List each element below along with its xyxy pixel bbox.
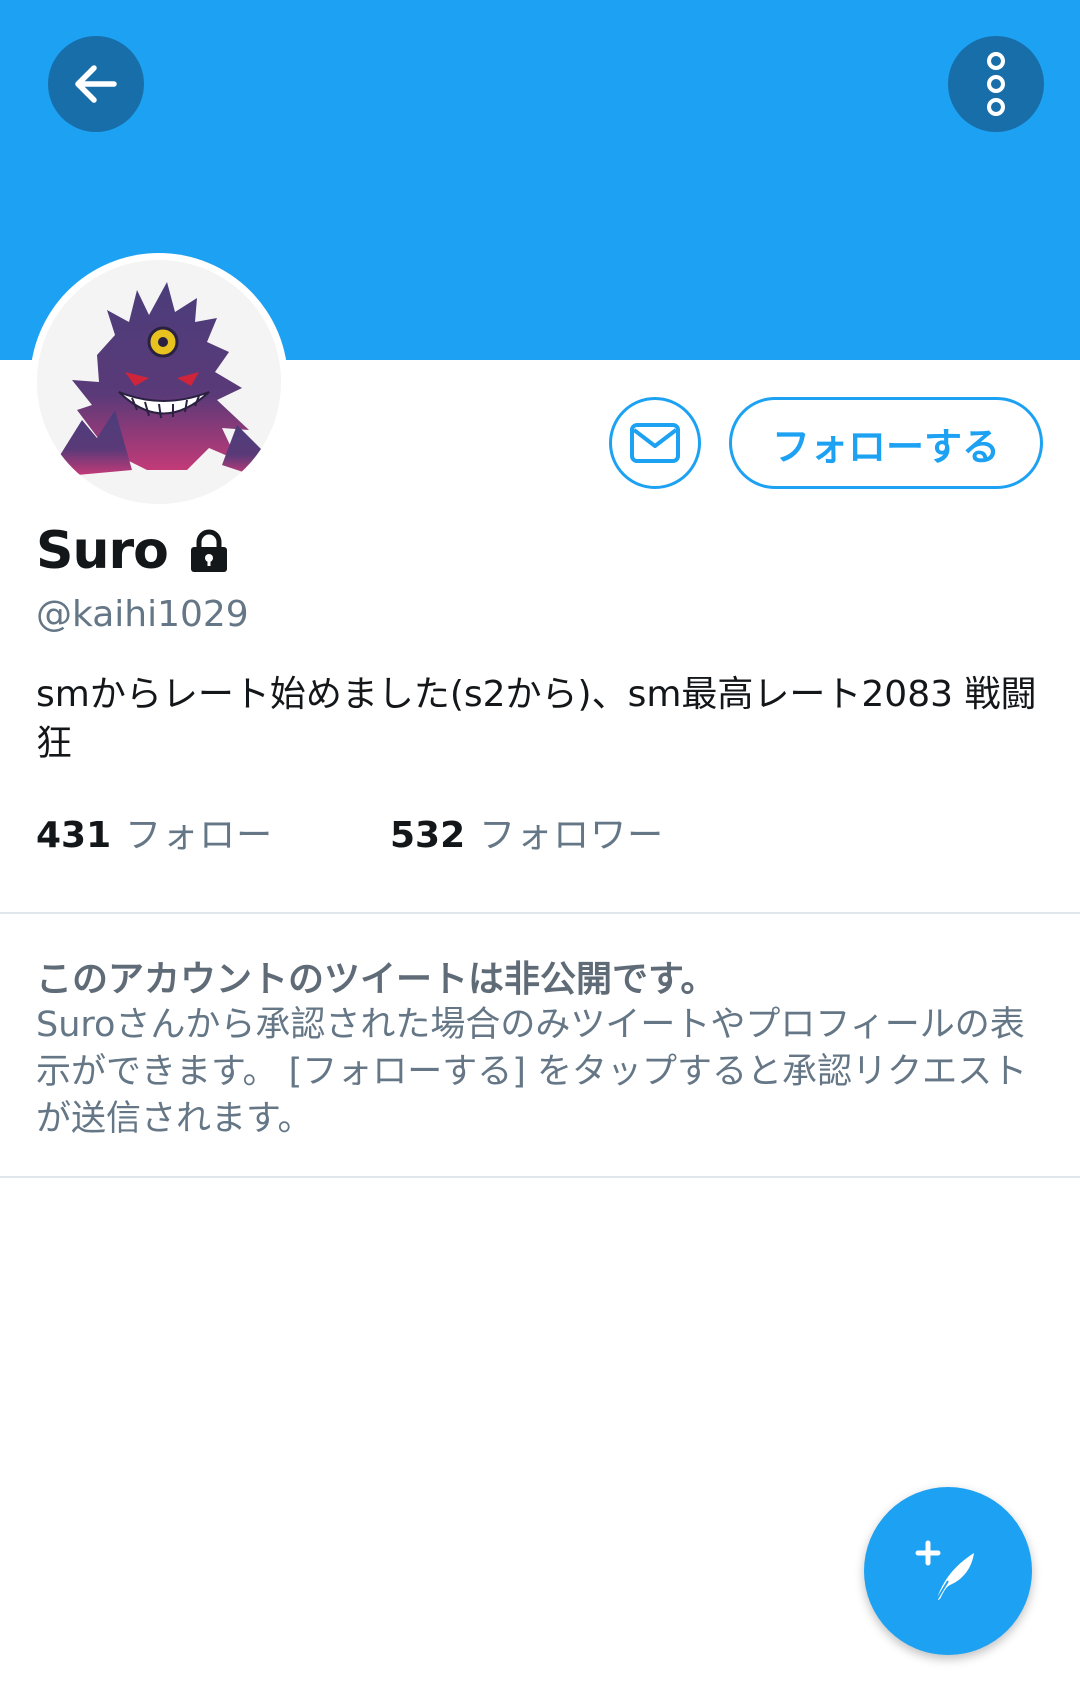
following-stat[interactable]: 431 フォロー — [36, 806, 273, 858]
following-label: フォロー — [125, 815, 274, 856]
followers-label: フォロワー — [479, 815, 665, 856]
private-notice-title: このアカウントのツイートは非公開です。 — [36, 959, 717, 1000]
divider — [0, 912, 1080, 914]
envelope-icon — [630, 423, 680, 463]
followers-count: 532 — [390, 815, 466, 856]
followers-stat[interactable]: 532 フォロワー — [390, 806, 664, 858]
following-count: 431 — [36, 815, 112, 856]
profile-bio: smからレート始めました(s2から)、sm最高レート2083 戦闘狂 — [36, 674, 1037, 764]
lock-icon — [186, 528, 232, 574]
avatar-frame[interactable] — [30, 253, 288, 511]
private-notice-body: Suroさんから承認された場合のみツイートやプロフィールの表示ができます。 [フ… — [36, 1005, 1028, 1139]
arrow-left-icon — [75, 65, 117, 103]
profile-name-row: Suro — [36, 518, 232, 584]
compose-tweet-icon — [915, 1540, 974, 1602]
display-name: Suro — [36, 521, 169, 581]
follow-button[interactable]: フォローする — [729, 397, 1043, 489]
more-options-button[interactable] — [948, 36, 1044, 132]
divider — [0, 1176, 1080, 1178]
gengar-avatar-icon — [37, 260, 281, 504]
compose-tweet-button[interactable] — [864, 1487, 1032, 1655]
message-button[interactable] — [609, 397, 701, 489]
user-handle: @kaihi1029 — [36, 594, 249, 635]
back-button[interactable] — [48, 36, 144, 132]
more-vertical-icon — [987, 52, 1005, 116]
avatar — [37, 260, 281, 504]
